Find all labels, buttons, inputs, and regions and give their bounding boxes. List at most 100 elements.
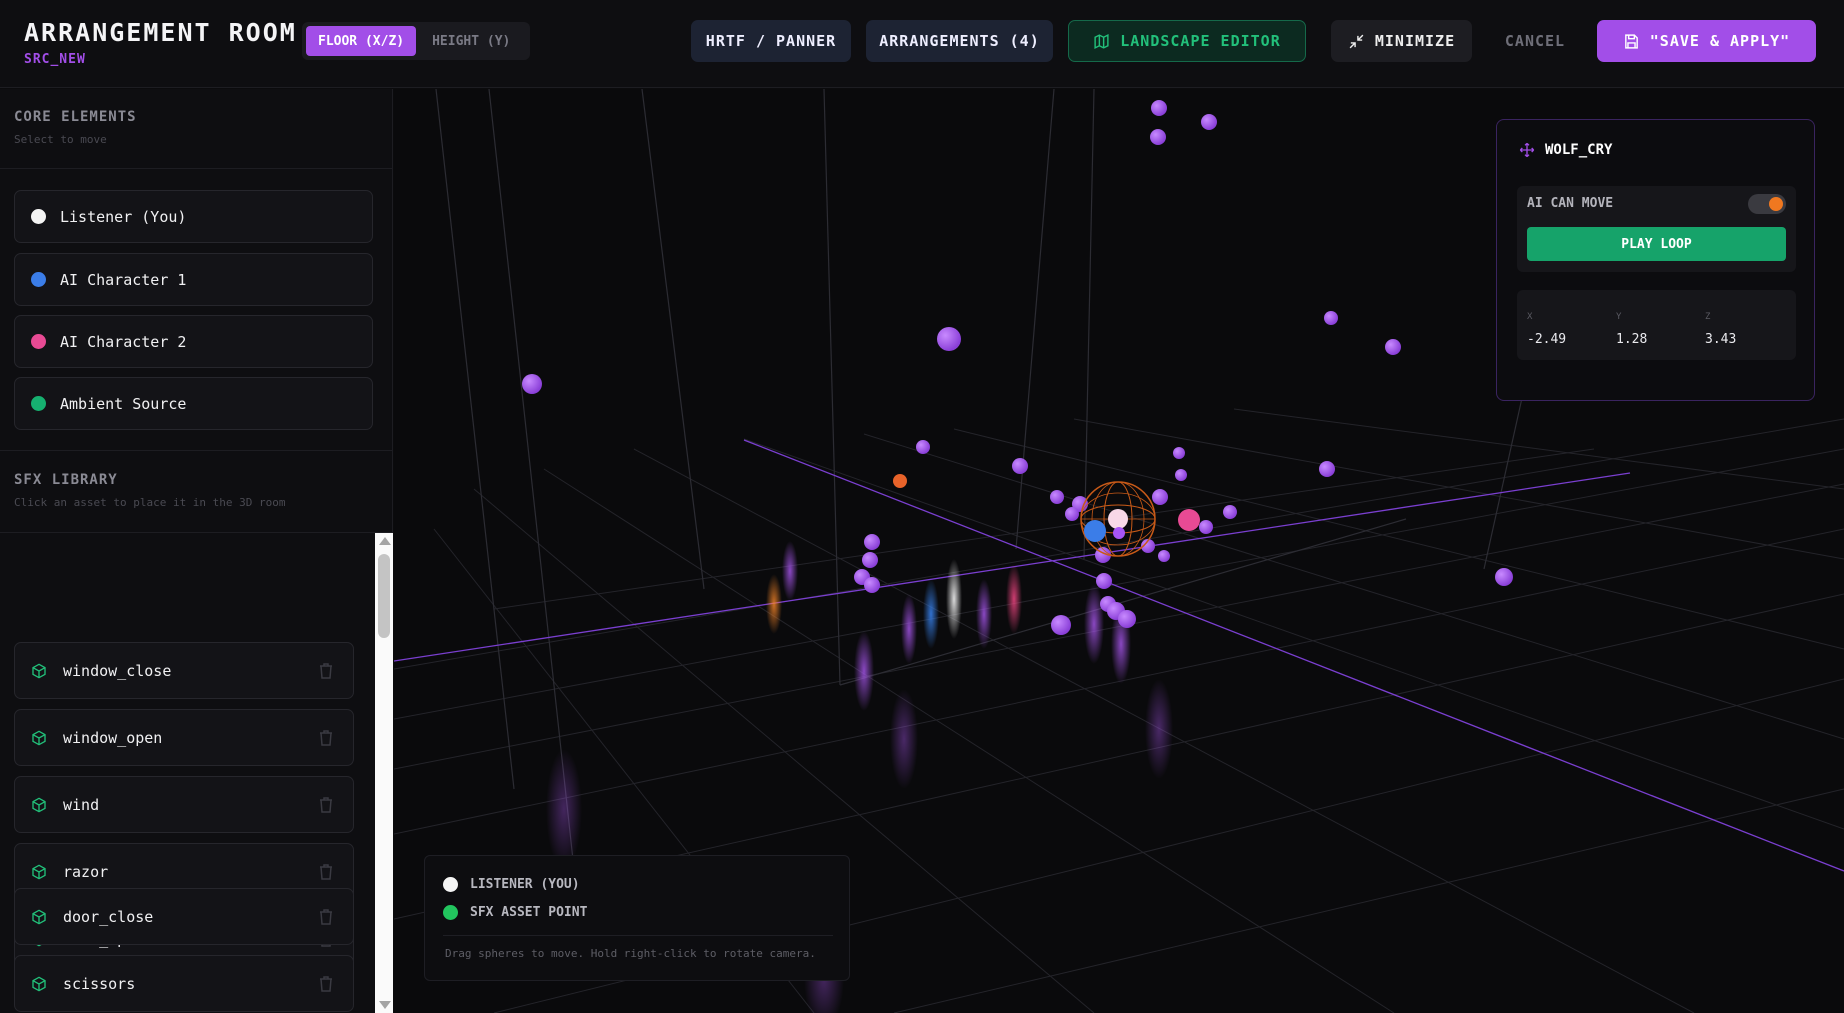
source-name: SRC_NEW	[24, 52, 86, 67]
sfx-point[interactable]	[1199, 520, 1213, 534]
core-elements-subtitle: Select to move	[14, 133, 107, 146]
ai-character-2-sphere[interactable]	[1178, 509, 1200, 531]
toggle-knob	[1769, 197, 1783, 211]
ai-character-2-dot-icon	[31, 334, 46, 349]
sfx-point[interactable]	[1152, 489, 1168, 505]
sfx-item-label: window_open	[63, 728, 163, 747]
sfx-point[interactable]	[1113, 527, 1125, 539]
arrangements-label: ARRANGEMENTS (4)	[879, 32, 1040, 50]
play-loop-button[interactable]: PLAY LOOP	[1527, 227, 1786, 261]
hrtf-panner-label: HRTF / PANNER	[705, 32, 837, 50]
hrtf-panner-button[interactable]: HRTF / PANNER	[691, 20, 851, 62]
legend-sfx-label: SFX ASSET POINT	[470, 905, 588, 920]
sfx-points[interactable]	[522, 100, 1513, 635]
sfx-point[interactable]	[1319, 461, 1335, 477]
minimize-button[interactable]: MINIMIZE	[1331, 20, 1472, 62]
core-item-label: AI Character 2	[60, 332, 187, 351]
trash-icon[interactable]	[319, 909, 333, 925]
sfx-item-window-close[interactable]: window_close	[14, 642, 354, 699]
cube-icon	[32, 730, 46, 745]
scroll-up-arrow-icon[interactable]	[379, 537, 391, 545]
x-value: -2.49	[1527, 332, 1567, 347]
sfx-point[interactable]	[864, 534, 880, 550]
sfx-point[interactable]	[1495, 568, 1513, 586]
sfx-item-window-open[interactable]: window_open	[14, 709, 354, 766]
sfx-point[interactable]	[1065, 507, 1079, 521]
minimize-label: MINIMIZE	[1374, 32, 1456, 50]
ai-move-section: AI CAN MOVE PLAY LOOP	[1517, 186, 1796, 272]
sfx-point[interactable]	[1173, 447, 1185, 459]
arrangements-button[interactable]: ARRANGEMENTS (4)	[866, 20, 1053, 62]
core-item-label: Listener (You)	[60, 207, 187, 226]
height-mode-button[interactable]: HEIGHT (Y)	[420, 26, 522, 56]
z-label: Z	[1705, 312, 1711, 322]
core-item-label: Ambient Source	[60, 394, 187, 413]
y-value: 1.28	[1616, 332, 1648, 347]
sfx-point[interactable]	[1051, 615, 1071, 635]
sfx-scrollbar[interactable]	[375, 533, 393, 1013]
sfx-point[interactable]	[1201, 114, 1217, 130]
trash-icon[interactable]	[319, 797, 333, 813]
trash-icon[interactable]	[319, 730, 333, 746]
sfx-item-label: window_close	[63, 661, 172, 680]
cancel-button[interactable]: CANCEL	[1494, 20, 1576, 62]
sfx-point[interactable]	[1150, 129, 1166, 145]
page-title: ARRANGEMENT ROOM	[24, 18, 297, 47]
sfx-point[interactable]	[1050, 490, 1064, 504]
scroll-thumb[interactable]	[378, 554, 390, 638]
z-value: 3.43	[1705, 332, 1737, 347]
cube-icon	[32, 976, 46, 991]
landscape-editor-button[interactable]: LANDSCAPE EDITOR	[1068, 20, 1306, 62]
sfx-point[interactable]	[1158, 550, 1170, 562]
divider	[0, 168, 393, 169]
sfx-item-wind[interactable]: wind	[14, 776, 354, 833]
sfx-item-label: razor	[63, 862, 109, 881]
sfx-point[interactable]	[1151, 100, 1167, 116]
sfx-point[interactable]	[1118, 610, 1136, 628]
core-elements-title: CORE ELEMENTS	[14, 109, 137, 125]
sfx-point[interactable]	[1012, 458, 1028, 474]
listener-sphere[interactable]	[1108, 509, 1128, 529]
sfx-point[interactable]	[862, 552, 878, 568]
ambient-orange-source[interactable]	[893, 474, 907, 488]
sfx-point[interactable]	[1324, 311, 1338, 325]
listener-dot-icon	[443, 877, 458, 892]
sfx-point[interactable]	[937, 327, 961, 351]
sfx-item-door-close[interactable]: door_close	[14, 888, 354, 945]
ai-can-move-toggle[interactable]	[1748, 194, 1786, 214]
sfx-point[interactable]	[916, 440, 930, 454]
sidebar: CORE ELEMENTS Select to move Listener (Y…	[0, 89, 393, 1013]
cancel-label: CANCEL	[1504, 32, 1566, 50]
map-icon	[1094, 33, 1109, 49]
sfx-item-scissors[interactable]: scissors	[14, 955, 354, 1012]
trash-icon[interactable]	[319, 663, 333, 679]
core-item-ambient-source[interactable]: Ambient Source	[14, 377, 373, 430]
core-item-ai-character-2[interactable]: AI Character 2	[14, 315, 373, 368]
sfx-point[interactable]	[1223, 505, 1237, 519]
save-apply-button[interactable]: "SAVE & APPLY"	[1597, 20, 1816, 62]
cube-icon	[32, 663, 46, 678]
core-item-ai-character-1[interactable]: AI Character 1	[14, 253, 373, 306]
move-icon	[1519, 142, 1535, 158]
ai-character-1-dot-icon	[31, 272, 46, 287]
sfx-point[interactable]	[1096, 573, 1112, 589]
floor-mode-button[interactable]: FLOOR (X/Z)	[306, 26, 417, 56]
sfx-item-label: wind	[63, 795, 100, 814]
trash-icon[interactable]	[319, 864, 333, 880]
legend-listener-label: LISTENER (YOU)	[470, 877, 580, 892]
coordinates-box: X Y Z -2.49 1.28 3.43	[1517, 290, 1796, 360]
ai-can-move-label: AI CAN MOVE	[1527, 196, 1614, 211]
ai-character-1-sphere[interactable]	[1084, 520, 1106, 542]
room-edges	[435, 89, 1525, 870]
core-item-listener[interactable]: Listener (You)	[14, 190, 373, 243]
legend-sfx-point: SFX ASSET POINT	[443, 905, 587, 920]
trash-icon[interactable]	[319, 976, 333, 992]
sfx-point[interactable]	[1385, 339, 1401, 355]
ambient-source-dot-icon	[31, 396, 46, 411]
sfx-point[interactable]	[864, 577, 880, 593]
sfx-point[interactable]	[522, 374, 542, 394]
top-bar: ARRANGEMENT ROOM SRC_NEW FLOOR (X/Z) HEI…	[0, 0, 1844, 88]
scroll-down-arrow-icon[interactable]	[379, 1001, 391, 1009]
inspector-title: WOLF_CRY	[1519, 142, 1612, 158]
sfx-point[interactable]	[1175, 469, 1187, 481]
